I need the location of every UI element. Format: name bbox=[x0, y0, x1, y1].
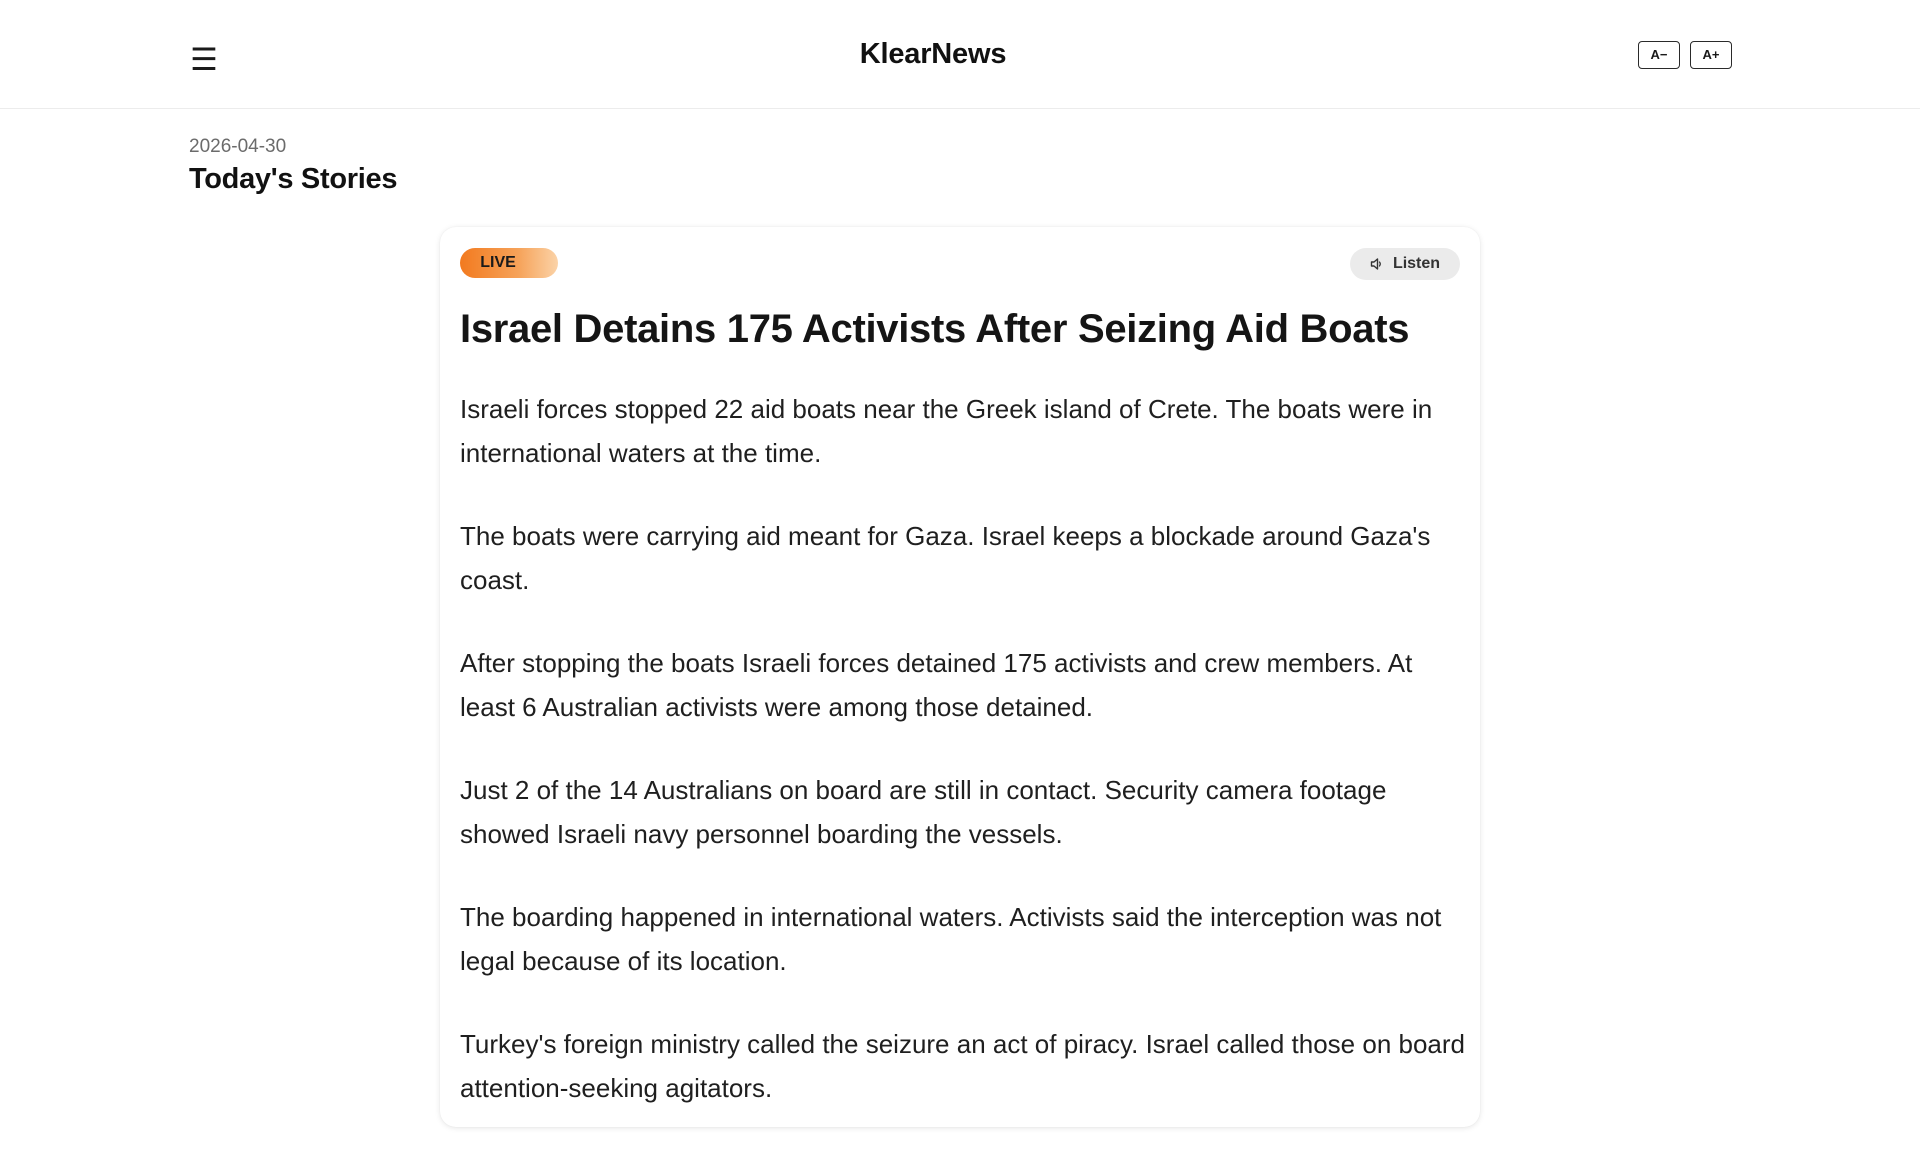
site-header: ☰ KlearNews A− A+ bbox=[0, 0, 1920, 109]
article-paragraph: The boarding happened in international w… bbox=[460, 902, 1442, 976]
article-body: Israeli forces stopped 22 aid boats near… bbox=[460, 387, 1470, 1149]
article-headline: Israel Detains 175 Activists After Seizi… bbox=[460, 307, 1410, 351]
article-card: LIVE Listen Israel Detains 175 Activists… bbox=[440, 227, 1480, 1127]
speaker-icon bbox=[1370, 258, 1381, 270]
article-paragraph: Just 2 of the 14 Australians on board ar… bbox=[460, 775, 1387, 849]
listen-button[interactable]: Listen bbox=[1350, 248, 1460, 280]
article-paragraph: After stopping the boats Israeli forces … bbox=[460, 648, 1413, 722]
article-paragraph: Turkey's foreign ministry called the sei… bbox=[460, 1029, 1465, 1103]
article-paragraph: Israeli forces stopped 22 aid boats near… bbox=[460, 394, 1433, 468]
increase-font-button[interactable]: A+ bbox=[1690, 41, 1732, 69]
brand-logo[interactable]: KlearNews bbox=[0, 38, 1866, 71]
decrease-font-button[interactable]: A− bbox=[1638, 41, 1680, 69]
feed-date: 2026-04-30 bbox=[189, 136, 287, 157]
live-badge: LIVE bbox=[460, 248, 558, 278]
article-paragraph: The boats were carrying aid meant for Ga… bbox=[460, 521, 1431, 595]
listen-label: Listen bbox=[1392, 255, 1441, 272]
section-title: Today's Stories bbox=[189, 163, 398, 195]
font-size-controls: A− A+ bbox=[1638, 41, 1732, 69]
